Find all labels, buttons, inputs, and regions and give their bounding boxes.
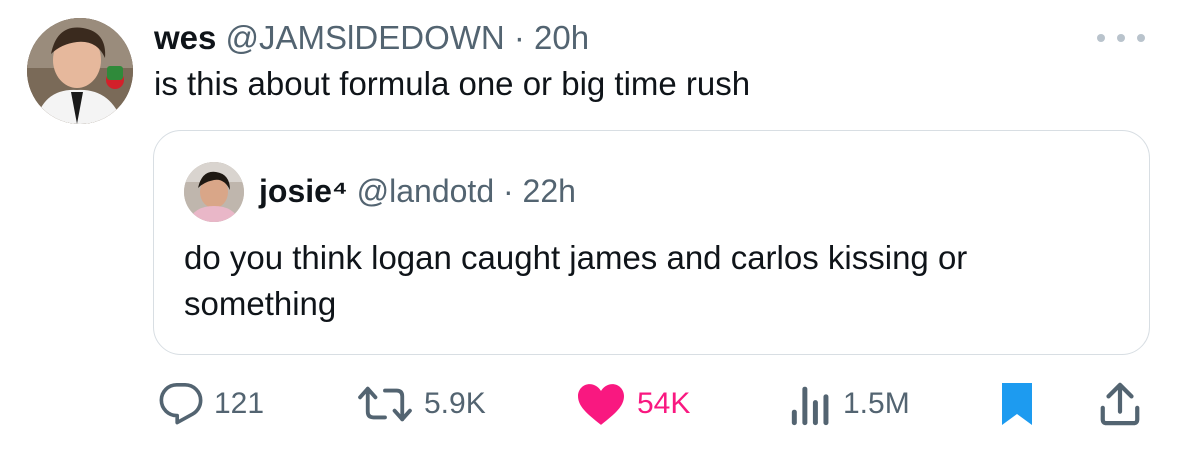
reply-icon: [159, 383, 203, 425]
quoted-timestamp[interactable]: 22h: [523, 173, 576, 209]
timestamp[interactable]: 20h: [534, 19, 589, 56]
retweet-icon: [358, 386, 412, 422]
retweet-button[interactable]: 5.9K: [356, 380, 486, 428]
action-bar: 121 5.9K 54K 1.5M: [0, 370, 1179, 440]
reply-count: 121: [214, 387, 265, 420]
author-handle[interactable]: @JAMSlDEDOWN: [226, 19, 505, 56]
quoted-tweet[interactable]: josie⁴ @landotd · 22h do you think logan…: [153, 130, 1150, 355]
share-icon: [1100, 382, 1140, 426]
quoted-author-handle[interactable]: @landotd: [357, 173, 494, 209]
views-button[interactable]: 1.5M: [789, 380, 910, 428]
quoted-avatar[interactable]: [184, 162, 244, 222]
like-button[interactable]: 54K: [575, 380, 690, 428]
share-button[interactable]: [1098, 380, 1142, 428]
heart-icon: [578, 384, 624, 425]
retweet-count: 5.9K: [424, 387, 486, 420]
more-icon[interactable]: [1097, 28, 1145, 48]
quoted-tweet-text: do you think logan caught james and carl…: [184, 239, 968, 322]
tweet: wes @JAMSlDEDOWN · 20h is this about for…: [0, 0, 1179, 452]
reply-button[interactable]: 121: [158, 380, 264, 428]
avatar[interactable]: [27, 18, 133, 124]
author-name[interactable]: wes: [154, 19, 216, 56]
quoted-author-name[interactable]: josie⁴: [259, 173, 348, 209]
tweet-text: is this about formula one or big time ru…: [154, 65, 751, 102]
views-icon: [791, 386, 829, 426]
bookmark-icon: [1002, 383, 1032, 425]
views-count: 1.5M: [843, 387, 910, 420]
quoted-header: josie⁴ @landotd · 22h: [259, 171, 576, 211]
tweet-header: wes @JAMSlDEDOWN · 20h: [154, 18, 589, 58]
bookmark-button[interactable]: [1000, 380, 1034, 428]
separator: ·: [504, 19, 535, 56]
like-count: 54K: [637, 387, 691, 420]
separator: ·: [494, 173, 523, 209]
